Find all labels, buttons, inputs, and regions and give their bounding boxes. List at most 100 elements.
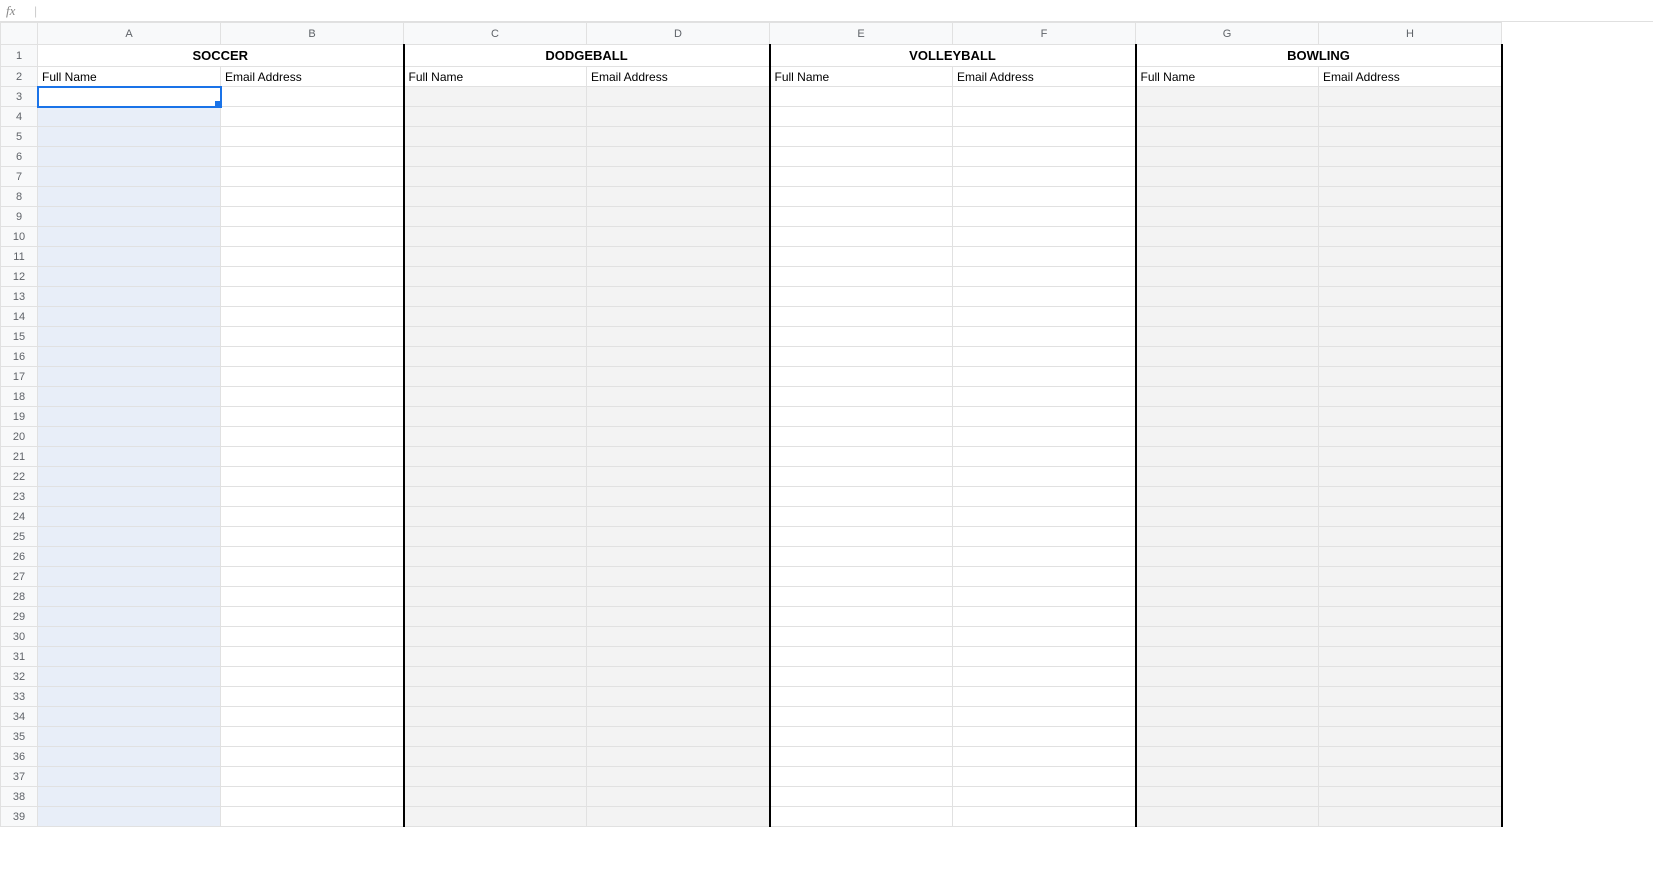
cell-C27[interactable] <box>404 567 587 587</box>
cell-D26[interactable] <box>587 547 770 567</box>
cell-D4[interactable] <box>587 107 770 127</box>
cell-G10[interactable] <box>1136 227 1319 247</box>
row-header-36[interactable]: 36 <box>1 747 38 767</box>
cell-B12[interactable] <box>221 267 404 287</box>
cell-E5[interactable] <box>770 127 953 147</box>
row-header-32[interactable]: 32 <box>1 667 38 687</box>
cell-F28[interactable] <box>953 587 1136 607</box>
cell-H26[interactable] <box>1319 547 1502 567</box>
cell-C12[interactable] <box>404 267 587 287</box>
cell-A33[interactable] <box>38 687 221 707</box>
cell-H8[interactable] <box>1319 187 1502 207</box>
row-header-34[interactable]: 34 <box>1 707 38 727</box>
cell-F26[interactable] <box>953 547 1136 567</box>
cell-A27[interactable] <box>38 567 221 587</box>
cell-E11[interactable] <box>770 247 953 267</box>
cell-H31[interactable] <box>1319 647 1502 667</box>
cell-H22[interactable] <box>1319 467 1502 487</box>
row-header-30[interactable]: 30 <box>1 627 38 647</box>
cell-E21[interactable] <box>770 447 953 467</box>
cell-F38[interactable] <box>953 787 1136 807</box>
cell-A21[interactable] <box>38 447 221 467</box>
cell-F22[interactable] <box>953 467 1136 487</box>
cell-C26[interactable] <box>404 547 587 567</box>
cell-G11[interactable] <box>1136 247 1319 267</box>
cell-G5[interactable] <box>1136 127 1319 147</box>
cell-D11[interactable] <box>587 247 770 267</box>
cell-H16[interactable] <box>1319 347 1502 367</box>
cell-E1[interactable]: VOLLEYBALL <box>770 45 1136 67</box>
cell-C20[interactable] <box>404 427 587 447</box>
column-header-D[interactable]: D <box>587 23 770 45</box>
cell-F27[interactable] <box>953 567 1136 587</box>
cell-C19[interactable] <box>404 407 587 427</box>
cell-A5[interactable] <box>38 127 221 147</box>
cell-A17[interactable] <box>38 367 221 387</box>
cell-E33[interactable] <box>770 687 953 707</box>
cell-A23[interactable] <box>38 487 221 507</box>
row-header-14[interactable]: 14 <box>1 307 38 327</box>
cell-B32[interactable] <box>221 667 404 687</box>
cell-E30[interactable] <box>770 627 953 647</box>
cell-D38[interactable] <box>587 787 770 807</box>
cell-H24[interactable] <box>1319 507 1502 527</box>
row-header-6[interactable]: 6 <box>1 147 38 167</box>
cell-F15[interactable] <box>953 327 1136 347</box>
cell-B11[interactable] <box>221 247 404 267</box>
row-header-5[interactable]: 5 <box>1 127 38 147</box>
cell-C23[interactable] <box>404 487 587 507</box>
cell-H4[interactable] <box>1319 107 1502 127</box>
cell-H14[interactable] <box>1319 307 1502 327</box>
cell-G1[interactable]: BOWLING <box>1136 45 1502 67</box>
cell-E2[interactable]: Full Name <box>770 67 953 87</box>
row-header-23[interactable]: 23 <box>1 487 38 507</box>
cell-E36[interactable] <box>770 747 953 767</box>
row-header-27[interactable]: 27 <box>1 567 38 587</box>
cell-C32[interactable] <box>404 667 587 687</box>
row-header-33[interactable]: 33 <box>1 687 38 707</box>
cell-C21[interactable] <box>404 447 587 467</box>
cell-E16[interactable] <box>770 347 953 367</box>
cell-C7[interactable] <box>404 167 587 187</box>
cell-D15[interactable] <box>587 327 770 347</box>
cell-E35[interactable] <box>770 727 953 747</box>
cell-B13[interactable] <box>221 287 404 307</box>
cell-D35[interactable] <box>587 727 770 747</box>
cell-C29[interactable] <box>404 607 587 627</box>
cell-F36[interactable] <box>953 747 1136 767</box>
cell-E15[interactable] <box>770 327 953 347</box>
cell-C2[interactable]: Full Name <box>404 67 587 87</box>
cell-C25[interactable] <box>404 527 587 547</box>
cell-H3[interactable] <box>1319 87 1502 107</box>
cell-H7[interactable] <box>1319 167 1502 187</box>
cell-E24[interactable] <box>770 507 953 527</box>
row-header-15[interactable]: 15 <box>1 327 38 347</box>
cell-G24[interactable] <box>1136 507 1319 527</box>
cell-E28[interactable] <box>770 587 953 607</box>
cell-F34[interactable] <box>953 707 1136 727</box>
cell-H15[interactable] <box>1319 327 1502 347</box>
row-header-25[interactable]: 25 <box>1 527 38 547</box>
cell-B8[interactable] <box>221 187 404 207</box>
cell-E18[interactable] <box>770 387 953 407</box>
cell-C14[interactable] <box>404 307 587 327</box>
cell-F23[interactable] <box>953 487 1136 507</box>
cell-D30[interactable] <box>587 627 770 647</box>
cell-B9[interactable] <box>221 207 404 227</box>
cell-A15[interactable] <box>38 327 221 347</box>
cell-A6[interactable] <box>38 147 221 167</box>
cell-F21[interactable] <box>953 447 1136 467</box>
cell-D9[interactable] <box>587 207 770 227</box>
cell-F19[interactable] <box>953 407 1136 427</box>
cell-C28[interactable] <box>404 587 587 607</box>
cell-G31[interactable] <box>1136 647 1319 667</box>
cell-A14[interactable] <box>38 307 221 327</box>
cell-G34[interactable] <box>1136 707 1319 727</box>
cell-H17[interactable] <box>1319 367 1502 387</box>
cell-F12[interactable] <box>953 267 1136 287</box>
row-header-31[interactable]: 31 <box>1 647 38 667</box>
cell-F2[interactable]: Email Address <box>953 67 1136 87</box>
row-header-17[interactable]: 17 <box>1 367 38 387</box>
cell-D31[interactable] <box>587 647 770 667</box>
cell-F9[interactable] <box>953 207 1136 227</box>
